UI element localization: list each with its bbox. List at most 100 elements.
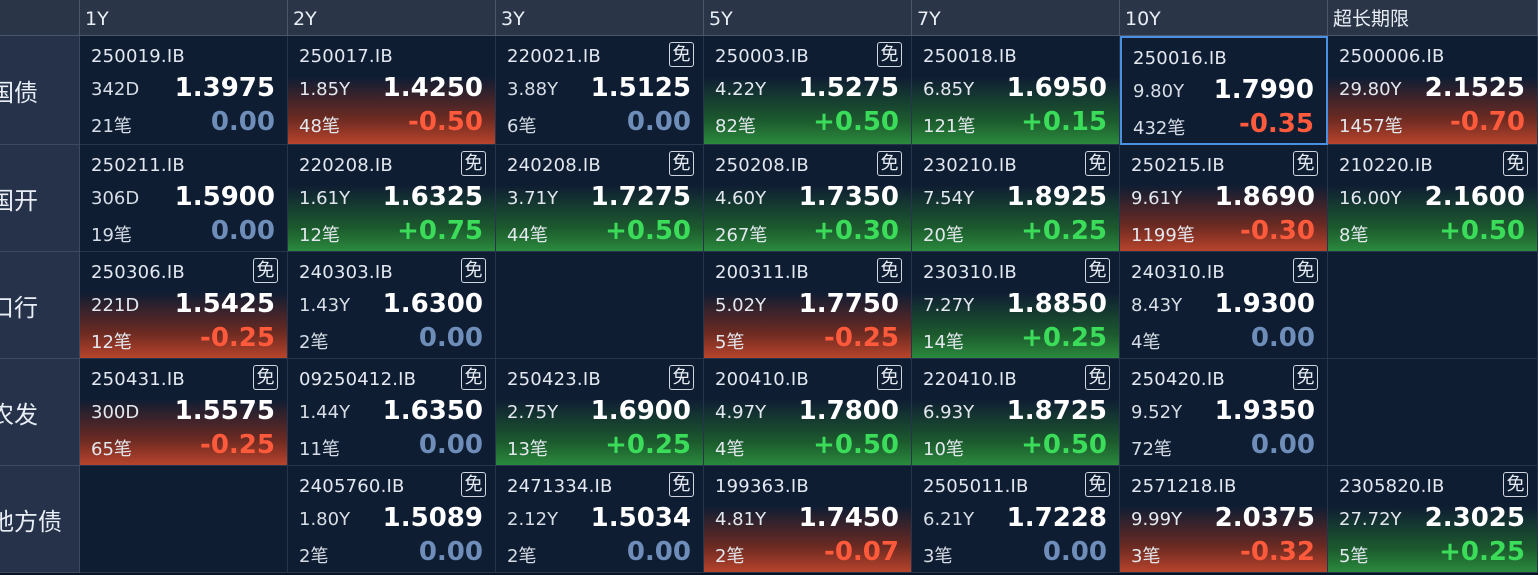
bond-code: 2500006.IB — [1339, 46, 1445, 67]
remaining-term: 4.81Y — [715, 509, 767, 530]
bond-code: 230210.IB — [923, 155, 1017, 176]
yield-change: 0.00 — [1042, 537, 1107, 567]
yield-change: 0.00 — [1250, 323, 1315, 353]
quote-cell[interactable]: 250431.IB 免 300D 1.5575 65笔 -0.25 — [80, 359, 288, 466]
quote-cell[interactable]: 240310.IB 免 8.43Y 1.9300 4笔 0.00 — [1120, 252, 1328, 359]
bond-code: 2305820.IB — [1339, 476, 1445, 497]
quote-cell[interactable]: 200410.IB 免 4.97Y 1.7800 4笔 +0.50 — [704, 359, 912, 466]
quote-cell[interactable]: 250003.IB 免 4.22Y 1.5275 82笔 +0.50 — [704, 36, 912, 145]
yield-value: 2.1525 — [1424, 73, 1525, 103]
quote-cell[interactable]: 220208.IB 免 1.61Y 1.6325 12笔 +0.75 — [288, 145, 496, 252]
quote-cell[interactable]: 210220.IB 免 16.00Y 2.1600 8笔 +0.50 — [1328, 145, 1538, 252]
yield-value: 2.1600 — [1424, 182, 1525, 212]
tax-exempt-badge: 免 — [253, 365, 278, 390]
quote-cell[interactable]: 250420.IB 免 9.52Y 1.9350 72笔 0.00 — [1120, 359, 1328, 466]
quote-cell[interactable]: 250423.IB 免 2.75Y 1.6900 13笔 +0.25 — [496, 359, 704, 466]
trade-count: 4笔 — [715, 439, 745, 460]
yield-value: 1.7990 — [1213, 75, 1314, 105]
bond-code: 250208.IB — [715, 155, 809, 176]
column-header-7y[interactable]: 7Y — [912, 0, 1120, 36]
bond-code: 250431.IB — [91, 369, 185, 390]
yield-value: 1.7350 — [798, 182, 899, 212]
tax-exempt-badge: 免 — [669, 365, 694, 390]
trade-count: 5笔 — [715, 332, 745, 353]
quote-cell[interactable]: 250208.IB 免 4.60Y 1.7350 267笔 +0.30 — [704, 145, 912, 252]
bond-code: 250003.IB — [715, 46, 809, 67]
bond-code: 2405760.IB — [299, 476, 405, 497]
remaining-term: 300D — [91, 402, 140, 423]
remaining-term: 27.72Y — [1339, 509, 1402, 530]
empty-cell — [496, 252, 704, 359]
column-header-1y[interactable]: 1Y — [80, 0, 288, 36]
remaining-term: 1.61Y — [299, 188, 351, 209]
column-header-10y[interactable]: 10Y — [1120, 0, 1328, 36]
remaining-term: 29.80Y — [1339, 79, 1402, 100]
trade-count: 12笔 — [299, 225, 340, 246]
trade-count: 14笔 — [923, 332, 964, 353]
bond-code: 240310.IB — [1131, 262, 1225, 283]
yield-change: +0.50 — [813, 107, 899, 137]
quote-cell[interactable]: 199363.IB 4.81Y 1.7450 2笔 -0.07 — [704, 466, 912, 573]
trade-count: 2笔 — [507, 546, 537, 567]
quote-cell[interactable]: 200311.IB 免 5.02Y 1.7750 5笔 -0.25 — [704, 252, 912, 359]
column-header-5y[interactable]: 5Y — [704, 0, 912, 36]
yield-change: +0.50 — [1439, 216, 1525, 246]
yield-change: +0.30 — [813, 216, 899, 246]
quote-cell[interactable]: 2571218.IB 9.99Y 2.0375 3笔 -0.32 — [1120, 466, 1328, 573]
tax-exempt-badge: 免 — [1085, 258, 1110, 283]
quote-cell[interactable]: 250019.IB 342D 1.3975 21笔 0.00 — [80, 36, 288, 145]
quote-cell[interactable]: 220021.IB 免 3.88Y 1.5125 6笔 0.00 — [496, 36, 704, 145]
column-header-ultra-long[interactable]: 超长期限 — [1328, 0, 1538, 36]
column-header-2y[interactable]: 2Y — [288, 0, 496, 36]
yield-change: +0.15 — [1021, 107, 1107, 137]
quote-cell[interactable]: 250215.IB 免 9.61Y 1.8690 1199笔 -0.30 — [1120, 145, 1328, 252]
quote-cell[interactable]: 250016.IB 9.80Y 1.7990 432笔 -0.35 — [1120, 36, 1328, 145]
quote-cell[interactable]: 2305820.IB 免 27.72Y 2.3025 5笔 +0.25 — [1328, 466, 1538, 573]
quote-cell[interactable]: 240303.IB 免 1.43Y 1.6300 2笔 0.00 — [288, 252, 496, 359]
quote-cell[interactable]: 250306.IB 免 221D 1.5425 12笔 -0.25 — [80, 252, 288, 359]
quote-cell[interactable]: 250017.IB 1.85Y 1.4250 48笔 -0.50 — [288, 36, 496, 145]
yield-value: 1.5275 — [798, 73, 899, 103]
quote-cell[interactable]: 2500006.IB 29.80Y 2.1525 1457笔 -0.70 — [1328, 36, 1538, 145]
quote-cell[interactable]: 09250412.IB 免 1.44Y 1.6350 11笔 0.00 — [288, 359, 496, 466]
yield-value: 1.3975 — [174, 73, 275, 103]
yield-change: -0.50 — [408, 107, 483, 137]
row-label-4[interactable]: 农发 — [0, 359, 80, 466]
yield-value: 1.6950 — [1006, 73, 1107, 103]
quote-cell[interactable]: 2471334.IB 免 2.12Y 1.5034 2笔 0.00 — [496, 466, 704, 573]
tax-exempt-badge: 免 — [1503, 472, 1528, 497]
quote-cell[interactable]: 220410.IB 免 6.93Y 1.8725 10笔 +0.50 — [912, 359, 1120, 466]
tax-exempt-badge: 免 — [1293, 365, 1318, 390]
yield-value: 1.7800 — [798, 396, 899, 426]
quote-cell[interactable]: 230210.IB 免 7.54Y 1.8925 20笔 +0.25 — [912, 145, 1120, 252]
quote-cell[interactable]: 2405760.IB 免 1.80Y 1.5089 2笔 0.00 — [288, 466, 496, 573]
trade-count: 82笔 — [715, 116, 756, 137]
row-label-3[interactable]: 口行 — [0, 252, 80, 359]
row-label-5[interactable]: 地方债 — [0, 466, 80, 573]
bond-code: 210220.IB — [1339, 155, 1433, 176]
column-header-3y[interactable]: 3Y — [496, 0, 704, 36]
quote-cell[interactable]: 230310.IB 免 7.27Y 1.8850 14笔 +0.25 — [912, 252, 1120, 359]
tax-exempt-badge: 免 — [1293, 151, 1318, 176]
quote-cell[interactable]: 2505011.IB 免 6.21Y 1.7228 3笔 0.00 — [912, 466, 1120, 573]
bond-code: 2505011.IB — [923, 476, 1029, 497]
remaining-term: 4.97Y — [715, 402, 767, 423]
remaining-term: 306D — [91, 188, 140, 209]
empty-cell — [1328, 252, 1538, 359]
quote-cell[interactable]: 240208.IB 免 3.71Y 1.7275 44笔 +0.50 — [496, 145, 704, 252]
row-label-1[interactable]: 国债 — [0, 36, 80, 145]
quote-cell[interactable]: 250018.IB 6.85Y 1.6950 121笔 +0.15 — [912, 36, 1120, 145]
row-label-2[interactable]: 国开 — [0, 145, 80, 252]
yield-change: +0.25 — [605, 430, 691, 460]
trade-count: 10笔 — [923, 439, 964, 460]
tax-exempt-badge: 免 — [669, 472, 694, 497]
quote-cell[interactable]: 250211.IB 306D 1.5900 19笔 0.00 — [80, 145, 288, 252]
bond-code: 220021.IB — [507, 46, 601, 67]
trade-count: 2笔 — [299, 546, 329, 567]
bond-code: 240208.IB — [507, 155, 601, 176]
bond-code: 2571218.IB — [1131, 476, 1237, 497]
trade-count: 65笔 — [91, 439, 132, 460]
remaining-term: 9.99Y — [1131, 509, 1183, 530]
remaining-term: 9.52Y — [1131, 402, 1183, 423]
tax-exempt-badge: 免 — [253, 258, 278, 283]
